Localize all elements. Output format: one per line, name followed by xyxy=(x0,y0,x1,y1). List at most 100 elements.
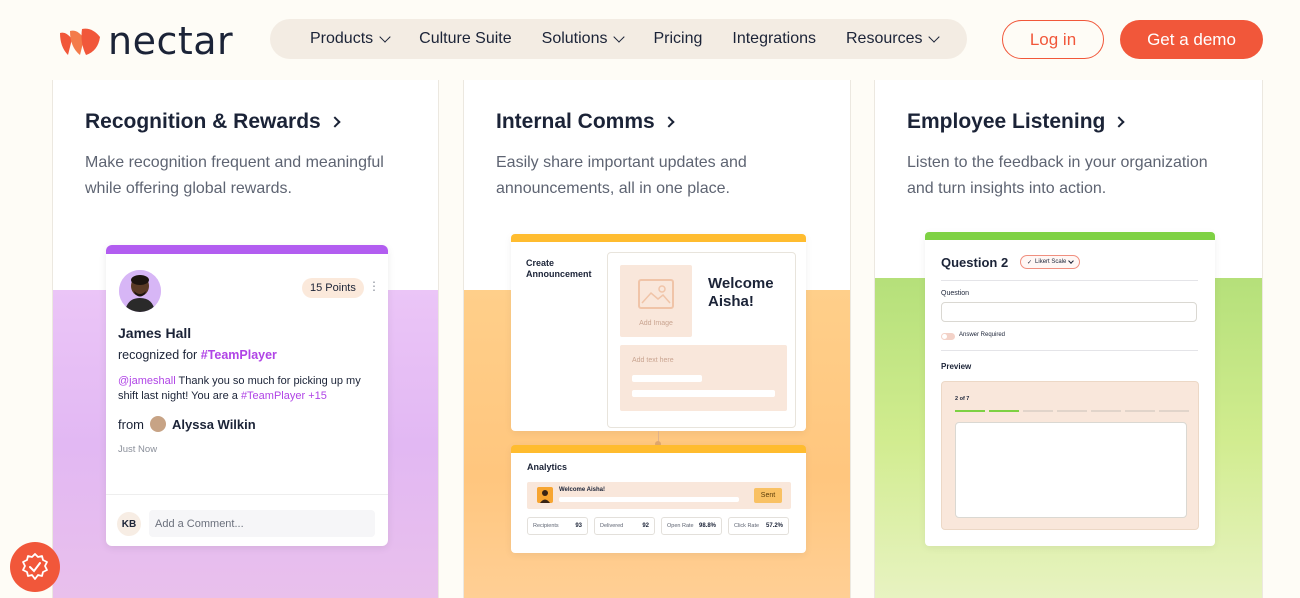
card-description: Easily share important updates and annou… xyxy=(496,154,747,197)
image-icon xyxy=(638,279,674,309)
add-image-label: Add Image xyxy=(639,320,673,327)
card-title[interactable]: Employee Listening xyxy=(907,110,1126,134)
stat-value: 57.2% xyxy=(765,523,783,529)
preview-label: Preview xyxy=(941,362,972,371)
chevron-down-icon xyxy=(1068,258,1075,264)
analytics-stats: Recipients 93 Delivered 92 Open Rate 98.… xyxy=(527,517,789,535)
progress-steps xyxy=(955,410,1189,412)
question-title: Question 2 xyxy=(941,255,1009,270)
text-line xyxy=(632,390,775,397)
nav-integrations-label: Integrations xyxy=(732,30,816,47)
announcement-title: Welcome Aisha! xyxy=(708,275,774,310)
chevron-down-icon xyxy=(613,31,626,43)
question-input[interactable] xyxy=(941,302,1197,322)
stat-label: Open Rate xyxy=(667,523,694,529)
progress-step xyxy=(1091,410,1121,412)
user-initials-avatar: KB xyxy=(117,512,141,536)
divider xyxy=(106,494,388,495)
nav-pricing-label: Pricing xyxy=(653,30,703,47)
progress-step xyxy=(1125,410,1155,412)
brand-name: nectar xyxy=(108,19,234,63)
internal-comms-card[interactable]: Internal Comms Easily share important up… xyxy=(463,80,851,598)
stat-label: Delivered xyxy=(600,523,624,529)
nav-resources-label: Resources xyxy=(845,30,923,47)
step-indicator: 2 of 7 xyxy=(955,396,970,402)
analytics-panel: Analytics Welcome Aisha! Sent Recipients… xyxy=(511,445,806,553)
scale-icon: ✓ xyxy=(1027,259,1033,266)
card-title[interactable]: Internal Comms xyxy=(496,110,675,134)
recognition-post: 15 Points ⋮ James Hall recognized for #T… xyxy=(106,245,388,546)
more-options-icon[interactable]: ⋮ xyxy=(368,279,380,293)
create-announcement-label: Create Announcement xyxy=(526,258,592,279)
card-title-text: Internal Comms xyxy=(496,110,655,133)
nav-products[interactable]: Products xyxy=(310,30,391,48)
progress-step xyxy=(1159,410,1189,412)
analytics-row: Welcome Aisha! Sent xyxy=(527,482,791,509)
person-icon xyxy=(119,270,161,312)
create-announcement-panel: Create Announcement Add Image Welcome Ai… xyxy=(511,234,806,431)
card-title[interactable]: Recognition & Rewards xyxy=(85,110,341,134)
value-tag[interactable]: #TeamPlayer xyxy=(201,348,277,362)
nav-pricing[interactable]: Pricing xyxy=(653,30,702,48)
site-header: nectar Products Culture Suite Solutions … xyxy=(0,0,1300,80)
user-mention[interactable]: @jameshall xyxy=(118,375,176,387)
card-title-text: Recognition & Rewards xyxy=(85,110,321,133)
stat-click-rate: Click Rate 57.2% xyxy=(728,517,789,535)
stat-value: 98.8% xyxy=(698,523,716,529)
placeholder-bar xyxy=(559,497,739,502)
stat-value: 92 xyxy=(642,523,649,529)
stat-value: 93 xyxy=(575,523,582,529)
scale-dropdown[interactable]: ✓ Likert Scale xyxy=(1020,255,1081,269)
points-badge: 15 Points xyxy=(302,278,364,298)
card-title-text: Employee Listening xyxy=(907,110,1106,133)
sender-name: Alyssa Wilkin xyxy=(172,416,256,432)
add-text-area[interactable]: Add text here xyxy=(620,345,787,411)
divider xyxy=(941,350,1198,351)
preview-box: 2 of 7 xyxy=(941,381,1199,530)
survey-question-panel: Question 2 ✓ Likert Scale Question Answe… xyxy=(925,232,1215,546)
progress-step xyxy=(955,410,985,412)
nav-solutions-label: Solutions xyxy=(541,30,608,47)
stat-recipients: Recipients 93 xyxy=(527,517,588,535)
recognized-for: recognized for #TeamPlayer xyxy=(118,348,277,362)
announcement-editor: Add Image Welcome Aisha! Add text here xyxy=(607,252,796,428)
main-nav: Products Culture Suite Solutions Pricing… xyxy=(270,19,967,59)
chevron-right-icon xyxy=(329,116,341,128)
question-label: Question xyxy=(941,290,970,297)
employee-listening-card[interactable]: Employee Listening Listen to the feedbac… xyxy=(874,80,1263,598)
nectar-logo-icon xyxy=(60,28,100,55)
sender: from Alyssa Wilkin xyxy=(118,416,256,432)
timestamp: Just Now xyxy=(118,444,158,455)
badge-check-icon xyxy=(22,553,48,580)
thumbnail-icon xyxy=(537,487,553,503)
comment-input[interactable]: Add a Comment... xyxy=(149,510,375,537)
avatar xyxy=(119,270,161,312)
nav-resources[interactable]: Resources xyxy=(845,30,941,48)
stat-delivered: Delivered 92 xyxy=(594,517,655,535)
login-button[interactable]: Log in xyxy=(1002,20,1104,59)
nav-integrations[interactable]: Integrations xyxy=(732,30,816,48)
stat-label: Recipients xyxy=(533,523,559,529)
preview-answer-area[interactable] xyxy=(955,422,1187,518)
stat-label: Click Rate xyxy=(734,523,760,529)
get-demo-button[interactable]: Get a demo xyxy=(1120,20,1263,59)
analytics-row-title: Welcome Aisha! xyxy=(559,487,606,493)
chevron-down-icon xyxy=(379,31,391,43)
nectar-logo[interactable]: nectar xyxy=(58,22,233,60)
progress-step xyxy=(1023,410,1053,412)
card-description: Make recognition frequent and meaningful… xyxy=(85,154,384,197)
sender-avatar xyxy=(150,416,166,432)
nav-culture-suite-label: Culture Suite xyxy=(419,30,512,47)
analytics-title: Analytics xyxy=(527,462,568,472)
answer-required-toggle[interactable] xyxy=(941,333,955,340)
nav-culture-suite[interactable]: Culture Suite xyxy=(419,30,512,48)
nav-products-label: Products xyxy=(310,30,374,47)
from-prefix: from xyxy=(118,416,144,432)
message-tag[interactable]: #TeamPlayer +15 xyxy=(241,390,327,402)
add-image-placeholder[interactable]: Add Image xyxy=(620,265,692,337)
answer-required-label: Answer Required xyxy=(959,332,1006,338)
cookie-consent-button[interactable] xyxy=(10,542,60,592)
sent-badge: Sent xyxy=(754,488,782,503)
recognition-card[interactable]: Recognition & Rewards Make recognition f… xyxy=(52,80,439,598)
nav-solutions[interactable]: Solutions xyxy=(541,30,626,48)
